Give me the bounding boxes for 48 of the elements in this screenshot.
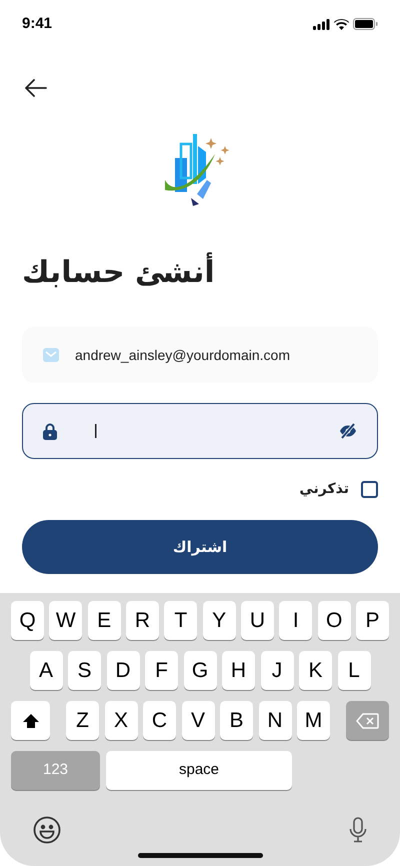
- remember-me-label: تذكرني: [299, 480, 349, 499]
- keyboard-key[interactable]: Q: [11, 601, 44, 640]
- keyboard-key[interactable]: G: [184, 651, 216, 690]
- keyboard-key[interactable]: X: [104, 701, 138, 740]
- microphone-icon[interactable]: [349, 817, 367, 843]
- keyboard-key[interactable]: Z: [66, 701, 99, 740]
- keyboard-key[interactable]: A: [30, 651, 62, 690]
- shift-key[interactable]: [11, 701, 50, 740]
- lock-icon: [43, 422, 57, 440]
- status-time: 9:41: [22, 14, 52, 34]
- remember-me-checkbox[interactable]: [361, 481, 378, 498]
- keyboard-key[interactable]: V: [182, 701, 214, 740]
- keyboard-key[interactable]: E: [88, 601, 121, 640]
- input-field[interactable]: andrew_ainsley@yourdomain.com: [22, 327, 378, 383]
- keyboard-key[interactable]: C: [143, 701, 176, 740]
- email-value: andrew_ainsley@yourdomain.com: [75, 346, 290, 365]
- delete-icon: [356, 712, 379, 728]
- keyboard-key[interactable]: L: [338, 651, 370, 690]
- keyboard-key[interactable]: J: [260, 651, 294, 690]
- signup-button[interactable]: اشتراك: [22, 520, 378, 574]
- keyboard-key[interactable]: M: [297, 701, 330, 740]
- mail-icon: [43, 348, 59, 362]
- keyboard-key[interactable]: U: [240, 601, 274, 640]
- emoji-icon[interactable]: [33, 816, 61, 844]
- keyboard-key[interactable]: D: [106, 651, 140, 690]
- keyboard-key[interactable]: O: [318, 601, 351, 640]
- keyboard-key[interactable]: S: [68, 651, 101, 690]
- eye-off-icon[interactable]: [339, 423, 357, 439]
- keyboard-key[interactable]: B: [220, 701, 253, 740]
- page-title: أنشئ حسابك: [22, 250, 215, 295]
- keyboard-key[interactable]: I: [279, 601, 312, 640]
- keyboard-key[interactable]: R: [126, 601, 159, 640]
- keyboard-key[interactable]: H: [222, 651, 255, 690]
- space-key[interactable]: space: [106, 751, 292, 790]
- keyboard-key[interactable]: T: [164, 601, 198, 640]
- input-field[interactable]: [22, 403, 378, 459]
- keyboard-key[interactable]: Y: [202, 601, 236, 640]
- keyboard-key[interactable]: K: [299, 651, 332, 690]
- keyboard-key[interactable]: F: [145, 651, 178, 690]
- keyboard-key[interactable]: P: [356, 601, 389, 640]
- shift-icon: [22, 712, 40, 728]
- battery-icon: [353, 18, 378, 30]
- keyboard-key[interactable]: N: [258, 701, 292, 740]
- back-icon[interactable]: [24, 76, 48, 100]
- keyboard-key[interactable]: W: [49, 601, 82, 640]
- text-cursor: [95, 424, 97, 438]
- signal-icon: [313, 18, 330, 30]
- wifi-icon: [334, 18, 349, 30]
